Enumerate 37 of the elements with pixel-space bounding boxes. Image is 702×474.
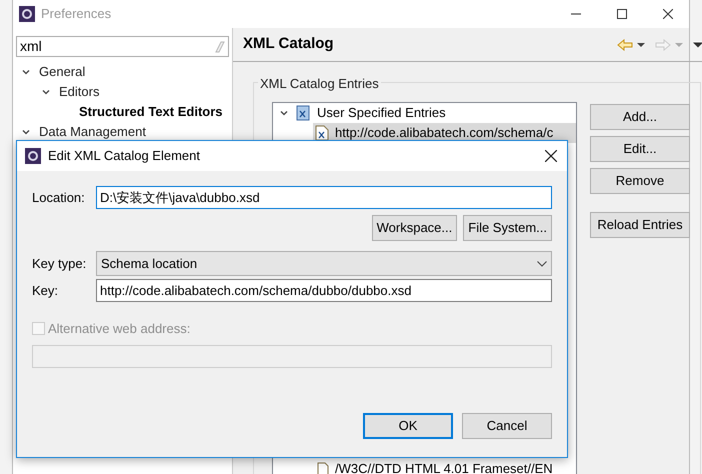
close-icon[interactable] — [545, 150, 557, 162]
key-type-select[interactable]: Schema location — [96, 251, 552, 276]
field-label: Location: — [32, 188, 86, 207]
chevron-down-icon[interactable] — [21, 127, 31, 137]
tree-item[interactable]: Structured Text Editors — [79, 102, 223, 122]
dialog-button[interactable]: OK — [363, 413, 453, 439]
tree-item[interactable]: /W3C//DTD HTML 4.01 Frameset//EN — [335, 459, 553, 474]
app-icon — [19, 6, 35, 22]
field-label: Key type: — [32, 254, 87, 273]
tree-item[interactable]: Data Management — [39, 122, 146, 142]
browse-button[interactable]: Workspace... — [372, 215, 458, 241]
close-icon[interactable] — [663, 9, 673, 19]
checkbox-label: Alternative web address: — [48, 320, 190, 338]
menu-caret-icon[interactable] — [693, 42, 702, 48]
app-icon — [25, 148, 41, 164]
tree-item[interactable]: User Specified Entries — [317, 103, 446, 123]
key-field[interactable]: http://code.alibabatech.com/schema/dubbo/dubbo.xsd — [96, 279, 552, 302]
side-button[interactable]: Remove — [590, 168, 690, 194]
chevron-down-icon — [537, 260, 547, 266]
chevron-down-icon[interactable] — [279, 108, 289, 118]
side-button[interactable]: Reload Entries — [590, 212, 690, 238]
side-button[interactable]: Edit... — [590, 136, 690, 162]
field-label: Key: — [32, 282, 60, 300]
page-title: XML Catalog — [243, 34, 334, 54]
location-field[interactable]: D:\安装文件\java\dubbo.xsd — [96, 186, 552, 209]
tree-item[interactable]: General — [39, 62, 86, 82]
window-title: Preferences — [41, 5, 112, 24]
filter-field[interactable]: xml — [16, 36, 229, 57]
alternative-address-field[interactable] — [32, 344, 552, 368]
maximize-icon[interactable] — [617, 9, 627, 19]
caret-icon[interactable] — [637, 42, 645, 48]
catalog-icon — [295, 105, 311, 121]
dialog-title: Edit XML Catalog Element — [48, 147, 200, 166]
tree-item[interactable]: Editors — [59, 82, 100, 102]
dialog-button[interactable]: Cancel — [462, 413, 552, 439]
side-button[interactable]: Add... — [590, 104, 690, 130]
browse-button[interactable]: File System... — [463, 215, 552, 241]
